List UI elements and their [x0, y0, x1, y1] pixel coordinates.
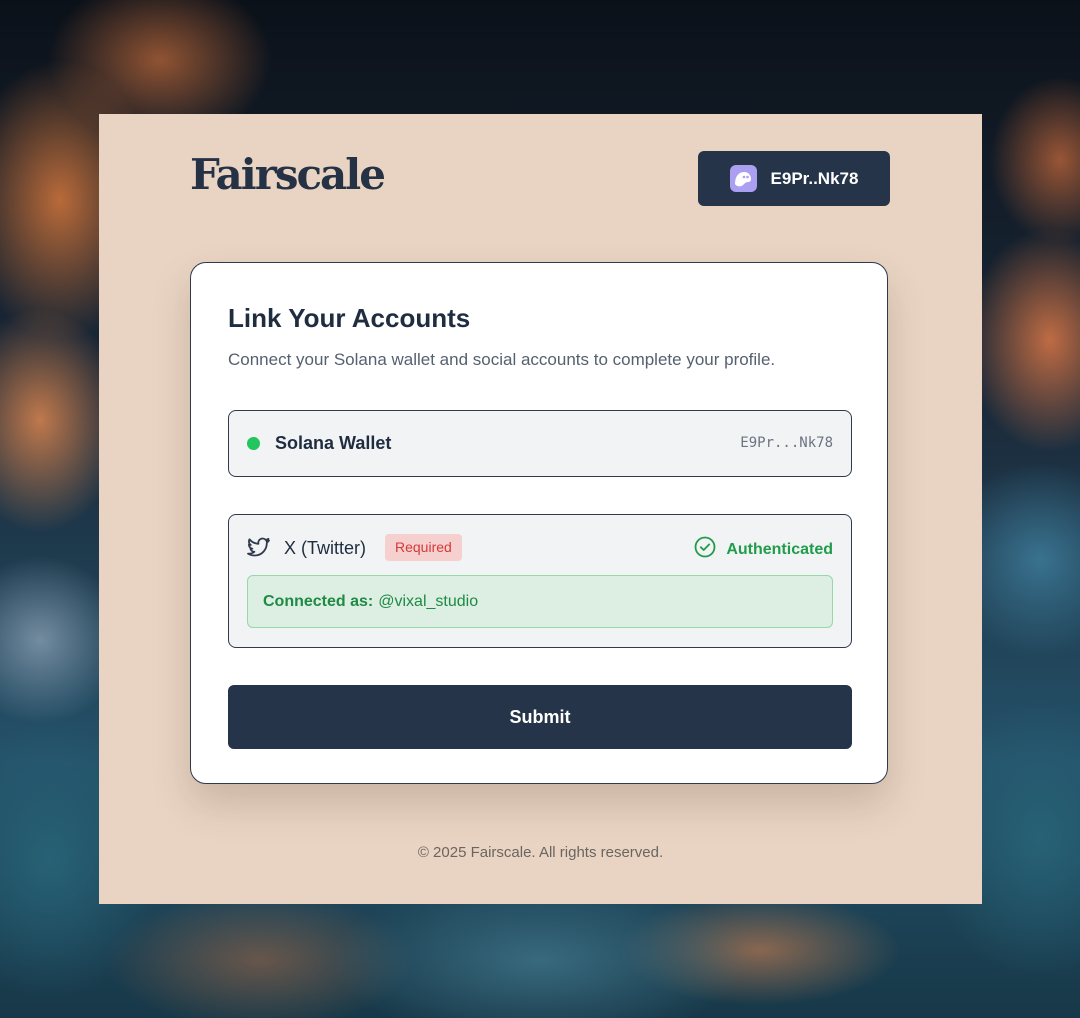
twitter-account-row: X (Twitter) Required Authenticated Conne… — [228, 514, 852, 648]
connected-as-box: Connected as: @vixal_studio — [247, 575, 833, 628]
fairscale-logo: Fairscale — [190, 150, 386, 199]
check-circle-icon — [694, 536, 716, 563]
twitter-bird-icon — [247, 537, 271, 559]
card-subtitle: Connect your Solana wallet and social ac… — [228, 350, 776, 369]
card-title: Link Your Accounts — [228, 303, 471, 333]
wallet-connect-button[interactable]: E9Pr..Nk78 — [698, 151, 890, 206]
required-badge: Required — [385, 534, 462, 561]
authenticated-label: Authenticated — [726, 540, 833, 558]
footer-copyright: © 2025 Fairscale. All rights reserved. — [417, 844, 664, 861]
link-accounts-card: Link Your Accounts Connect your Solana w… — [190, 262, 888, 784]
connected-as-label: Connected as: — [263, 592, 374, 610]
twitter-label: X (Twitter) — [284, 538, 367, 558]
wallet-button-label: E9Pr..Nk78 — [770, 168, 859, 188]
twitter-handle: @vixal_studio — [378, 592, 479, 610]
connected-status-dot — [247, 437, 260, 450]
solana-wallet-row: Solana Wallet E9Pr...Nk78 — [228, 410, 852, 477]
wallet-address: E9Pr...Nk78 — [740, 435, 833, 451]
submit-button[interactable]: Submit — [228, 685, 852, 749]
authenticated-status: Authenticated — [694, 536, 833, 563]
solana-wallet-label: Solana Wallet — [275, 433, 392, 453]
phantom-ghost-icon — [729, 165, 757, 192]
